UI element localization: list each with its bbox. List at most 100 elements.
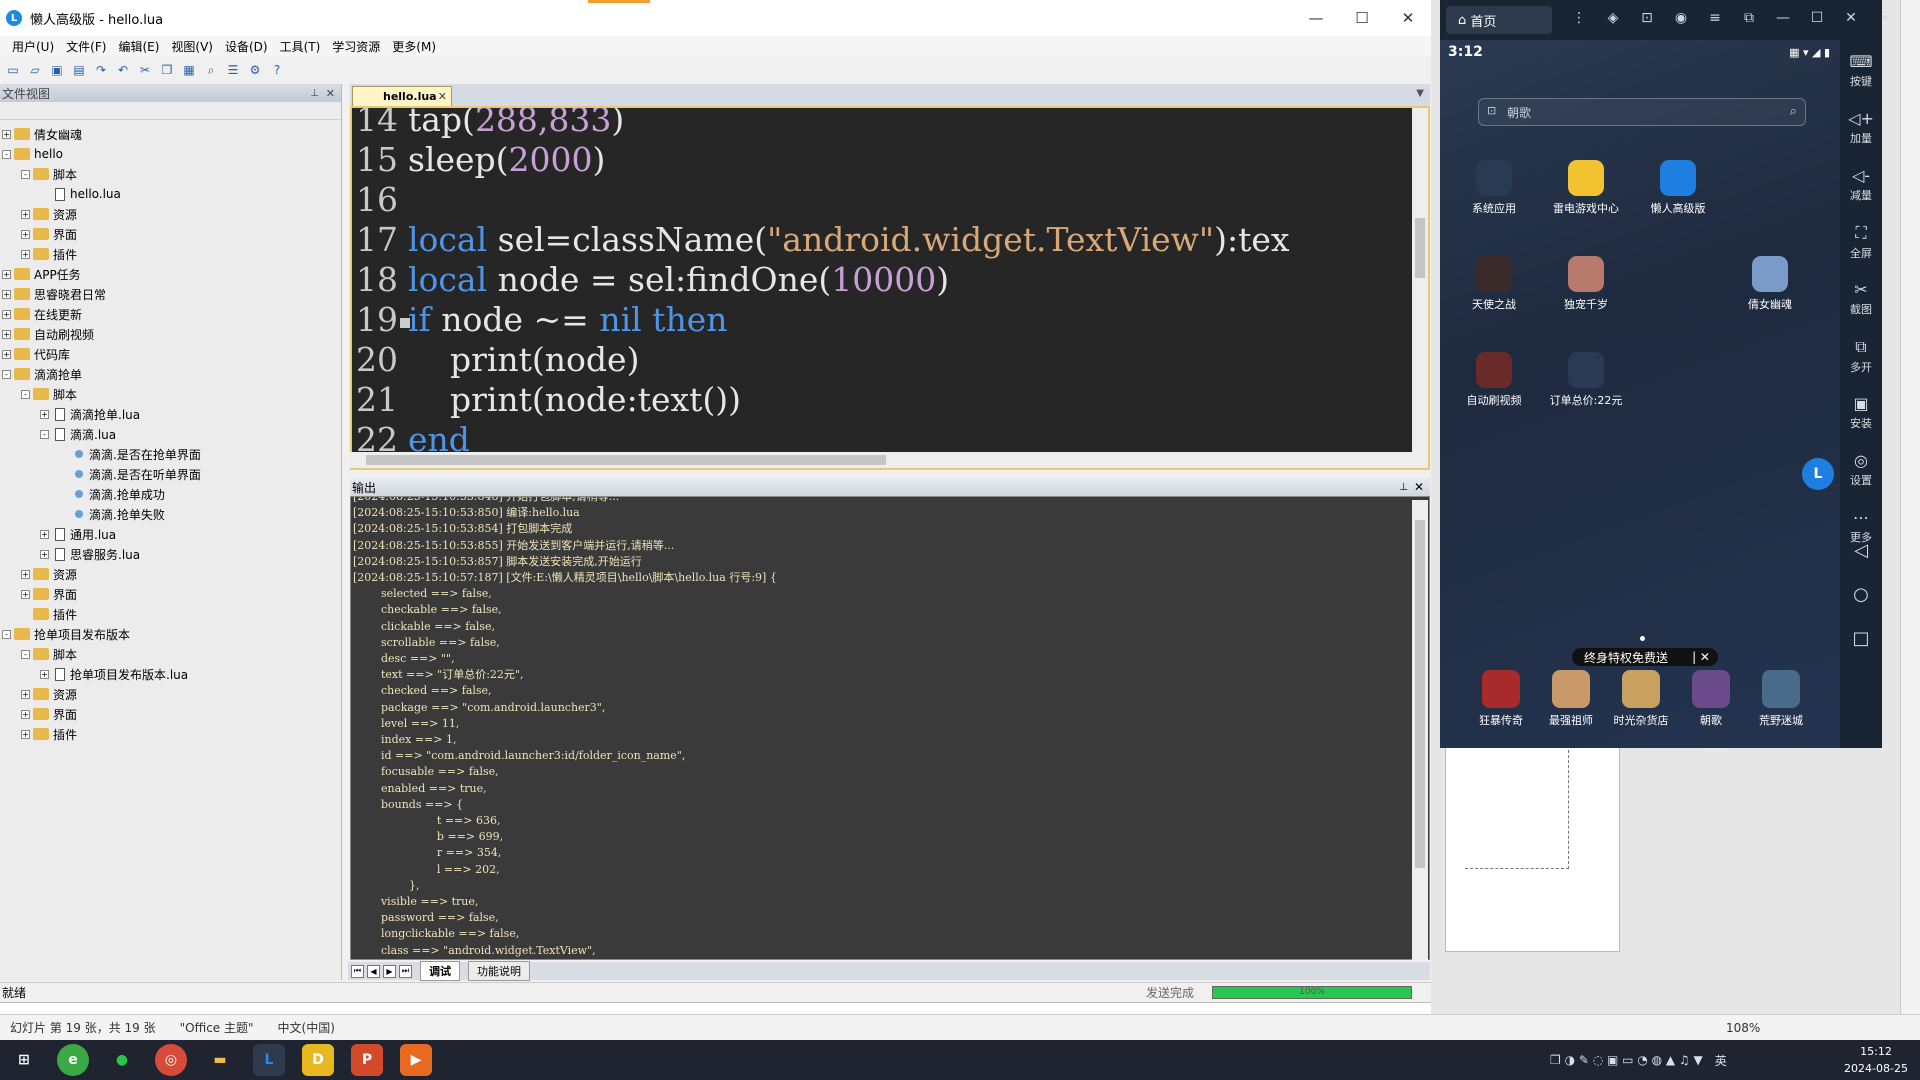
expand-toggle-icon[interactable]: + — [2, 129, 11, 139]
prev-icon[interactable]: ◀ — [367, 964, 380, 978]
expand-toggle-icon[interactable]: + — [40, 549, 49, 559]
tree-item[interactable]: + 抢单项目发布版本.lua — [0, 664, 341, 684]
tree-item[interactable]: - 滴滴抢单 — [0, 364, 341, 384]
tray-icons[interactable]: ❐ ◑ ✎ ◌ ▣ ▭ ◔ ◍ ▲ ♫ ▼ — [1550, 1053, 1703, 1067]
tree-item[interactable]: 滴滴.是否在抢单界面 — [0, 444, 341, 464]
sidebar-button[interactable]: ✂ 截图 — [1840, 280, 1882, 317]
close-icon[interactable]: ✕ — [326, 87, 335, 100]
recents-icon[interactable]: □ — [1840, 628, 1882, 649]
windows-start-icon[interactable]: ⊞ — [8, 1044, 40, 1076]
fold-toggle-icon[interactable] — [400, 318, 410, 328]
tab-debug[interactable]: 调试 — [420, 961, 460, 981]
android-screen[interactable]: 3:12 ▦ ▾ ◢ ▮ ⊡ 朝歌 ⌕ 系统应用 雷电游戏中心 懒人高级版 天使之战 独… — [1440, 40, 1840, 748]
close-icon[interactable]: ✕ — [1414, 480, 1424, 494]
account-icon[interactable]: ◉ — [1664, 10, 1698, 26]
tree-item[interactable]: 滴滴.抢单成功 — [0, 484, 341, 504]
sidebar-button[interactable]: ▣ 安装 — [1840, 394, 1882, 431]
menu-edit[interactable]: 编辑(E) — [118, 38, 159, 55]
expand-toggle-icon[interactable]: - — [2, 629, 11, 639]
tree-item[interactable]: + 界面 — [0, 224, 341, 244]
file-explorer-icon[interactable]: ▬ — [204, 1044, 236, 1076]
expand-toggle-icon[interactable]: + — [21, 729, 30, 739]
expand-toggle-icon[interactable]: - — [2, 149, 11, 159]
menu-file[interactable]: 文件(F) — [66, 38, 106, 55]
expand-toggle-icon[interactable]: + — [40, 669, 49, 679]
dock-app[interactable]: 朝歌 — [1676, 670, 1746, 728]
more-icon[interactable]: ⋮ — [1562, 10, 1596, 26]
dock-app[interactable]: 时光杂货店 — [1606, 670, 1676, 728]
expand-toggle-icon[interactable]: + — [2, 329, 11, 339]
promo-banner[interactable]: 终身特权免费送 | ✕ — [1572, 648, 1718, 666]
tree-item[interactable]: + 代码库 — [0, 344, 341, 364]
menu-learning[interactable]: 学习资源 — [332, 38, 380, 55]
browser-icon[interactable]: e — [57, 1044, 89, 1076]
app-icon[interactable]: 系统应用 — [1454, 160, 1534, 216]
expand-toggle-icon[interactable]: + — [21, 589, 30, 599]
tab-home[interactable]: ⌂ 首页 — [1446, 6, 1552, 34]
zoom-level[interactable]: 108% — [1726, 1021, 1760, 1035]
dock-app[interactable]: 狂暴传奇 — [1466, 670, 1536, 728]
tree-item[interactable]: + 资源 — [0, 204, 341, 224]
first-icon[interactable]: ⏮ — [351, 964, 364, 978]
app-icon[interactable]: 独宠千岁 — [1546, 256, 1626, 312]
expand-toggle-icon[interactable]: + — [21, 229, 30, 239]
tree-item[interactable]: 插件 — [0, 604, 341, 624]
tree-item[interactable]: 滴滴.是否在听单界面 — [0, 464, 341, 484]
ld-player-icon[interactable]: D — [302, 1044, 334, 1076]
lanren-float-icon[interactable]: L — [1802, 458, 1834, 490]
close-button[interactable]: ✕ — [1385, 0, 1431, 36]
collapse-icon[interactable]: « — [1868, 10, 1902, 26]
menu-view[interactable]: 视图(V) — [171, 38, 213, 55]
expand-toggle-icon[interactable]: - — [21, 649, 30, 659]
tree-item[interactable]: + 插件 — [0, 244, 341, 264]
tab-hello-lua[interactable]: hello.lua ✕ — [352, 86, 452, 106]
expand-toggle-icon[interactable]: + — [21, 569, 30, 579]
expand-toggle-icon[interactable]: + — [21, 689, 30, 699]
expand-toggle-icon[interactable]: - — [21, 389, 30, 399]
maximize-button[interactable]: ☐ — [1339, 0, 1385, 36]
tree-item[interactable]: + 界面 — [0, 704, 341, 724]
tree-item[interactable]: hello.lua — [0, 184, 341, 204]
tree-item[interactable]: + 思睿服务.lua — [0, 544, 341, 564]
app-icon[interactable]: 懒人高级版 — [1638, 160, 1718, 216]
code-editor[interactable]: 14 tap(288,833) 15 sleep(2000) 16 17 local sel… — [350, 106, 1430, 470]
sidebar-button[interactable]: ⌨ 按键 — [1840, 52, 1882, 89]
tree-item[interactable]: - 脚本 — [0, 384, 341, 404]
tree-item[interactable]: - hello — [0, 144, 341, 164]
next-icon[interactable]: ▶ — [383, 964, 396, 978]
save-all-icon[interactable]: ▤ — [70, 62, 88, 78]
gamepad-icon[interactable]: ⊡ — [1630, 10, 1664, 26]
code-line[interactable]: 21 print(node:text()) — [352, 380, 741, 419]
cut-icon[interactable]: ✂ — [136, 62, 154, 78]
app-icon[interactable]: 订单总价:22元 — [1546, 352, 1626, 408]
scroll-thumb[interactable] — [366, 455, 886, 465]
expand-toggle-icon[interactable]: - — [2, 369, 11, 379]
code-line[interactable]: 18 local node = sel:findOne(10000) — [352, 260, 949, 299]
tree-item[interactable]: + 插件 — [0, 724, 341, 744]
app-store-icon[interactable]: ◈ — [1596, 10, 1630, 26]
close-icon[interactable]: | ✕ — [1692, 650, 1710, 664]
open-folder-icon[interactable]: ▱ — [26, 62, 44, 78]
search-icon[interactable]: ⌕ — [1790, 104, 1797, 119]
tab-close-icon[interactable]: ✕ — [438, 90, 447, 103]
expand-toggle-icon[interactable]: + — [2, 289, 11, 299]
menu-icon[interactable]: ≡ — [1698, 10, 1732, 26]
chrome-icon[interactable]: ◎ — [155, 1044, 187, 1076]
expand-toggle-icon[interactable]: + — [2, 269, 11, 279]
pin-icon[interactable]: ⊥ — [310, 88, 319, 99]
output-scrollbar[interactable] — [1412, 500, 1428, 960]
redo-icon[interactable]: ↷ — [92, 62, 110, 78]
tab-function-help[interactable]: 功能说明 — [468, 961, 530, 981]
back-icon[interactable]: ◁ — [1840, 540, 1882, 561]
find-icon[interactable]: ⌕ — [202, 62, 220, 78]
minimize-icon[interactable]: — — [1766, 10, 1800, 26]
expand-toggle-icon[interactable]: + — [21, 209, 30, 219]
close-icon[interactable]: ✕ — [1834, 10, 1868, 26]
sidebar-button[interactable]: ◁- 减量 — [1840, 166, 1882, 203]
undo-icon[interactable]: ↶ — [114, 62, 132, 78]
sidebar-button[interactable]: ⧉ 多开 — [1840, 337, 1882, 375]
code-line[interactable]: 16 — [352, 180, 408, 219]
restore-icon[interactable]: ⧉ — [1732, 10, 1766, 26]
menu-tools[interactable]: 工具(T) — [280, 38, 321, 55]
code-line[interactable]: 20 print(node) — [352, 340, 639, 379]
